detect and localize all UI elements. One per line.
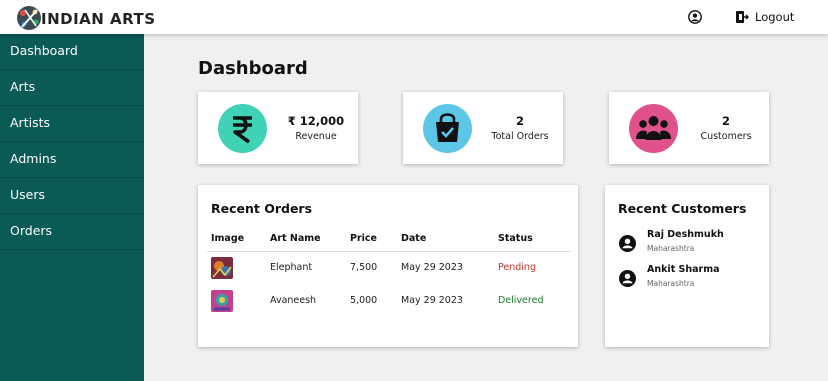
user-account-icon[interactable] <box>688 10 702 24</box>
recent-orders-card: Recent Orders Image Art Name Price Date … <box>198 185 578 347</box>
order-price: 7,500 <box>350 262 378 274</box>
list-item[interactable]: Raj Deshmukh Maharashtra <box>619 229 724 253</box>
customer-state: Maharashtra <box>647 279 695 288</box>
brand-logo[interactable]: INDIAN ARTS <box>16 5 156 31</box>
table-header-row: Image Art Name Price Date Status <box>207 227 571 252</box>
order-date: May 29 2023 <box>401 295 463 306</box>
sidebar-item-label: Dashboard <box>10 43 78 58</box>
sidebar-item-label: Admins <box>10 151 57 166</box>
rupee-icon <box>218 104 267 153</box>
sidebar-item-arts[interactable]: Arts <box>0 70 144 106</box>
total-orders-value: 2 <box>515 114 524 128</box>
sidebar: Dashboard Arts Artists Admins Users Orde… <box>0 34 144 381</box>
sidebar-item-orders[interactable]: Orders <box>0 214 144 250</box>
logout-label: Logout <box>755 10 795 24</box>
user-avatar-icon <box>619 270 636 287</box>
page-title: Dashboard <box>198 58 308 79</box>
order-art-name: Elephant <box>270 262 313 274</box>
shopping-bag-icon <box>423 104 472 153</box>
sidebar-item-admins[interactable]: Admins <box>0 142 144 178</box>
sidebar-item-label: Artists <box>10 115 50 130</box>
total-orders-label: Total Orders <box>491 131 549 142</box>
customers-value: 2 <box>721 114 730 128</box>
sidebar-item-label: Orders <box>10 223 53 238</box>
order-image-cell <box>207 284 266 317</box>
users-icon <box>629 104 678 153</box>
brand-name: INDIAN ARTS <box>41 9 156 28</box>
revenue-value: ₹ 12,000 <box>287 114 345 128</box>
column-header-art-name: Art Name <box>266 227 346 252</box>
orders-table: Image Art Name Price Date Status Elephan… <box>207 227 571 317</box>
column-header-image: Image <box>207 227 266 252</box>
list-item[interactable]: Ankit Sharma Maharashtra <box>619 264 720 288</box>
sidebar-item-artists[interactable]: Artists <box>0 106 144 142</box>
revenue-card: ₹ 12,000 Revenue <box>198 92 358 164</box>
sidebar-item-users[interactable]: Users <box>0 178 144 214</box>
column-header-status: Status <box>494 227 571 252</box>
column-header-price: Price <box>346 227 397 252</box>
recent-customers-title: Recent Customers <box>618 201 747 216</box>
sidebar-item-dashboard[interactable]: Dashboard <box>0 34 144 70</box>
order-status-badge: Pending <box>498 262 536 274</box>
order-art-name: Avaneesh <box>270 295 317 306</box>
customer-state: Maharashtra <box>647 244 695 253</box>
order-image-cell <box>207 251 266 284</box>
sidebar-item-label: Arts <box>10 79 36 94</box>
palette-logo-icon <box>17 6 41 30</box>
sidebar-item-label: Users <box>10 187 46 202</box>
customer-name: Raj Deshmukh <box>647 229 724 240</box>
customers-card: 2 Customers <box>609 92 769 164</box>
recent-customers-card: Recent Customers Raj Deshmukh Maharashtr… <box>605 185 769 347</box>
order-price: 5,000 <box>350 295 378 306</box>
logout-button[interactable]: Logout <box>735 10 794 24</box>
logout-icon <box>736 11 749 23</box>
total-orders-card: 2 Total Orders <box>403 92 563 164</box>
top-bar: INDIAN ARTS Logout <box>0 0 828 34</box>
column-header-date: Date <box>397 227 494 252</box>
revenue-label: Revenue <box>295 131 337 142</box>
artwork-thumbnail <box>211 289 233 312</box>
artwork-thumbnail <box>211 256 233 279</box>
recent-orders-title: Recent Orders <box>211 201 313 216</box>
order-date: May 29 2023 <box>401 262 463 274</box>
customers-label: Customers <box>700 131 752 142</box>
order-status-badge: Delivered <box>498 295 544 306</box>
user-avatar-icon <box>619 235 636 252</box>
main-content: Dashboard ₹ 12,000 Revenue 2 Total Order… <box>144 34 828 381</box>
table-row[interactable]: Elephant 7,500 May 29 2023 Pending <box>207 251 571 284</box>
customer-name: Ankit Sharma <box>647 264 720 275</box>
table-row[interactable]: Avaneesh 5,000 May 29 2023 Delivered <box>207 284 571 317</box>
